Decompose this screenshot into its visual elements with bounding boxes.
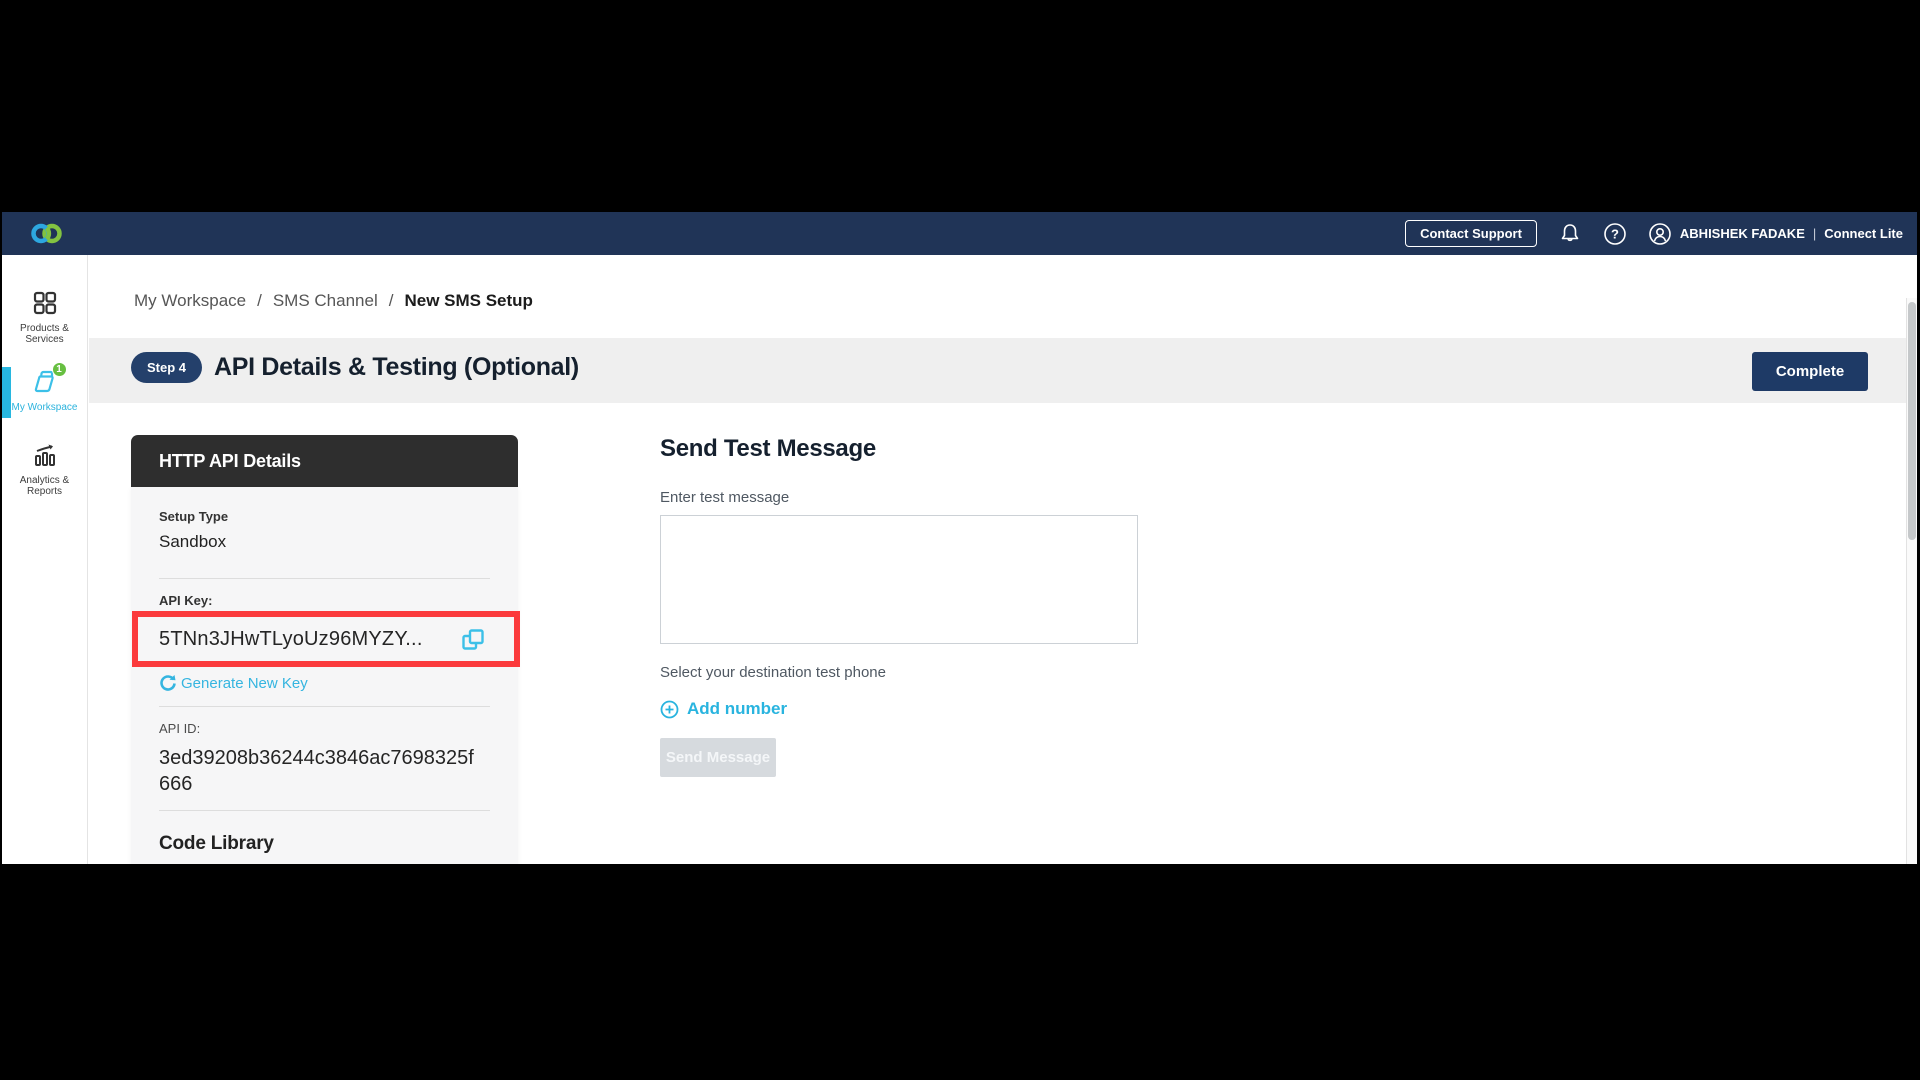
main-content: My Workspace / SMS Channel / New SMS Set… xyxy=(89,255,1906,864)
sidebar-item-label: Analytics & Reports xyxy=(20,475,69,497)
navbar-separator: | xyxy=(1813,226,1816,241)
complete-button[interactable]: Complete xyxy=(1752,352,1868,391)
contact-support-button[interactable]: Contact Support xyxy=(1405,220,1537,247)
sidebar-item-label: Products & Services xyxy=(20,323,69,345)
step-badge: Step 4 xyxy=(131,352,202,383)
test-message-input[interactable] xyxy=(660,515,1138,644)
destination-phone-label: Select your destination test phone xyxy=(660,664,1138,681)
api-id-value: 3ed39208b36244c3846ac7698325f666 xyxy=(159,745,479,797)
panel-header: HTTP API Details xyxy=(131,435,518,487)
analytics-chart-icon xyxy=(31,441,59,469)
breadcrumb-new-sms-setup: New SMS Setup xyxy=(404,291,532,311)
api-key-value: 5TNn3JHwTLyoUz96MYZY... xyxy=(159,628,423,651)
page-title: API Details & Testing (Optional) xyxy=(214,353,579,382)
panel-body: Setup Type Sandbox API Key: 5TNn3JHwTLyo… xyxy=(131,487,518,864)
api-key-row: 5TNn3JHwTLyoUz96MYZY... xyxy=(131,612,518,667)
refresh-icon xyxy=(159,674,177,692)
copy-icon[interactable] xyxy=(460,627,486,653)
plus-circle-icon xyxy=(660,700,679,719)
panel-title: HTTP API Details xyxy=(159,451,301,472)
navbar-right-group: Contact Support ? ABHISHEK FADAKE | Conn… xyxy=(1405,212,1903,255)
notifications-bell-icon[interactable] xyxy=(1558,222,1582,246)
step-header-band: Step 4 API Details & Testing (Optional) … xyxy=(89,338,1906,403)
code-library-title: Code Library xyxy=(159,833,490,855)
send-test-message-title: Send Test Message xyxy=(660,435,1138,463)
breadcrumb-separator: / xyxy=(257,291,262,311)
svg-text:?: ? xyxy=(1611,226,1619,241)
app-window: Contact Support ? ABHISHEK FADAKE | Conn… xyxy=(2,212,1917,864)
breadcrumb-sms-channel[interactable]: SMS Channel xyxy=(273,291,378,311)
api-id-label: API ID: xyxy=(159,721,490,736)
top-navbar: Contact Support ? ABHISHEK FADAKE | Conn… xyxy=(2,212,1917,255)
api-key-label: API Key: xyxy=(159,593,490,608)
brand-logo-icon[interactable] xyxy=(30,222,64,245)
http-api-details-panel: HTTP API Details Setup Type Sandbox API … xyxy=(131,435,518,864)
divider xyxy=(159,810,490,811)
vertical-scrollbar xyxy=(1906,298,1917,864)
add-number-link[interactable]: Add number xyxy=(660,699,1138,719)
setup-type-label: Setup Type xyxy=(159,487,490,524)
breadcrumb-separator: / xyxy=(389,291,394,311)
products-grid-icon xyxy=(31,289,59,317)
divider xyxy=(159,578,490,579)
breadcrumb: My Workspace / SMS Channel / New SMS Set… xyxy=(134,291,533,311)
help-icon[interactable]: ? xyxy=(1603,222,1627,246)
generate-new-key-link[interactable]: Generate New Key xyxy=(159,674,490,692)
generate-new-key-label: Generate New Key xyxy=(181,675,308,692)
test-message-label: Enter test message xyxy=(660,489,1138,506)
setup-type-value: Sandbox xyxy=(159,532,490,552)
add-number-label: Add number xyxy=(687,699,787,719)
sidebar-item-analytics-reports[interactable]: Analytics & Reports xyxy=(2,441,87,497)
send-test-message-section: Send Test Message Enter test message Sel… xyxy=(660,435,1138,777)
user-menu[interactable]: ABHISHEK FADAKE | Connect Lite xyxy=(1648,222,1903,246)
user-name: ABHISHEK FADAKE xyxy=(1680,226,1805,241)
plan-label: Connect Lite xyxy=(1824,226,1903,241)
sidebar-item-products-services[interactable]: Products & Services xyxy=(2,289,87,345)
left-sidebar: Products & Services 1 My Workspace xyxy=(2,255,88,864)
sidebar-item-my-workspace[interactable]: 1 My Workspace xyxy=(2,368,87,413)
send-message-button[interactable]: Send Message xyxy=(660,738,776,777)
sidebar-item-label: My Workspace xyxy=(12,402,78,413)
user-avatar-icon xyxy=(1648,222,1672,246)
divider xyxy=(159,706,490,707)
breadcrumb-my-workspace[interactable]: My Workspace xyxy=(134,291,246,311)
workspace-badge: 1 xyxy=(52,362,67,377)
scrollbar-thumb[interactable] xyxy=(1908,302,1916,540)
